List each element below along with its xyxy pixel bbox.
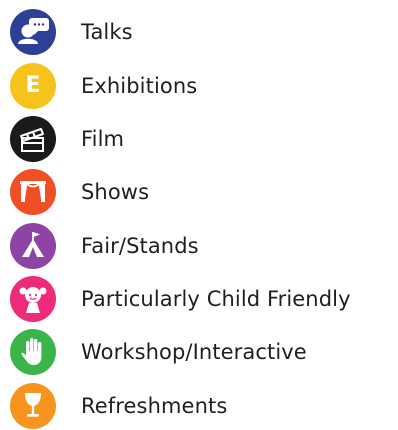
speaker-bubble-icon	[10, 9, 56, 55]
exhibitions-letter: E	[25, 73, 41, 98]
clapperboard-icon	[10, 116, 56, 162]
legend-item-film: Film	[10, 115, 124, 163]
legend-item-talks: Talks	[10, 8, 133, 56]
child-girl-icon	[10, 276, 56, 322]
tent-flag-icon	[10, 223, 56, 269]
legend-item-exhibitions: E Exhibitions	[10, 62, 197, 110]
legend-label-child-friendly: Particularly Child Friendly	[81, 287, 351, 311]
legend-item-child-friendly: Particularly Child Friendly	[10, 275, 351, 323]
legend-item-shows: Shows	[10, 168, 149, 216]
legend-item-fair-stands: Fair/Stands	[10, 222, 199, 270]
legend-item-workshop-interactive: Workshop/Interactive	[10, 328, 307, 376]
legend-label-film: Film	[81, 127, 125, 151]
event-type-legend: Talks E Exhibitions Film Shows Fair/Stan…	[0, 0, 398, 430]
legend-label-refreshments: Refreshments	[81, 394, 228, 418]
legend-label-exhibitions: Exhibitions	[81, 74, 198, 98]
legend-item-refreshments: Refreshments	[10, 382, 227, 430]
legend-label-talks: Talks	[81, 20, 133, 44]
stage-curtain-icon	[10, 169, 56, 215]
wine-glass-icon	[10, 383, 56, 429]
legend-label-fair-stands: Fair/Stands	[81, 234, 199, 258]
legend-label-workshop-interactive: Workshop/Interactive	[81, 340, 307, 364]
legend-label-shows: Shows	[81, 180, 150, 204]
letter-e-icon: E	[10, 63, 56, 109]
raised-hand-icon	[10, 329, 56, 375]
